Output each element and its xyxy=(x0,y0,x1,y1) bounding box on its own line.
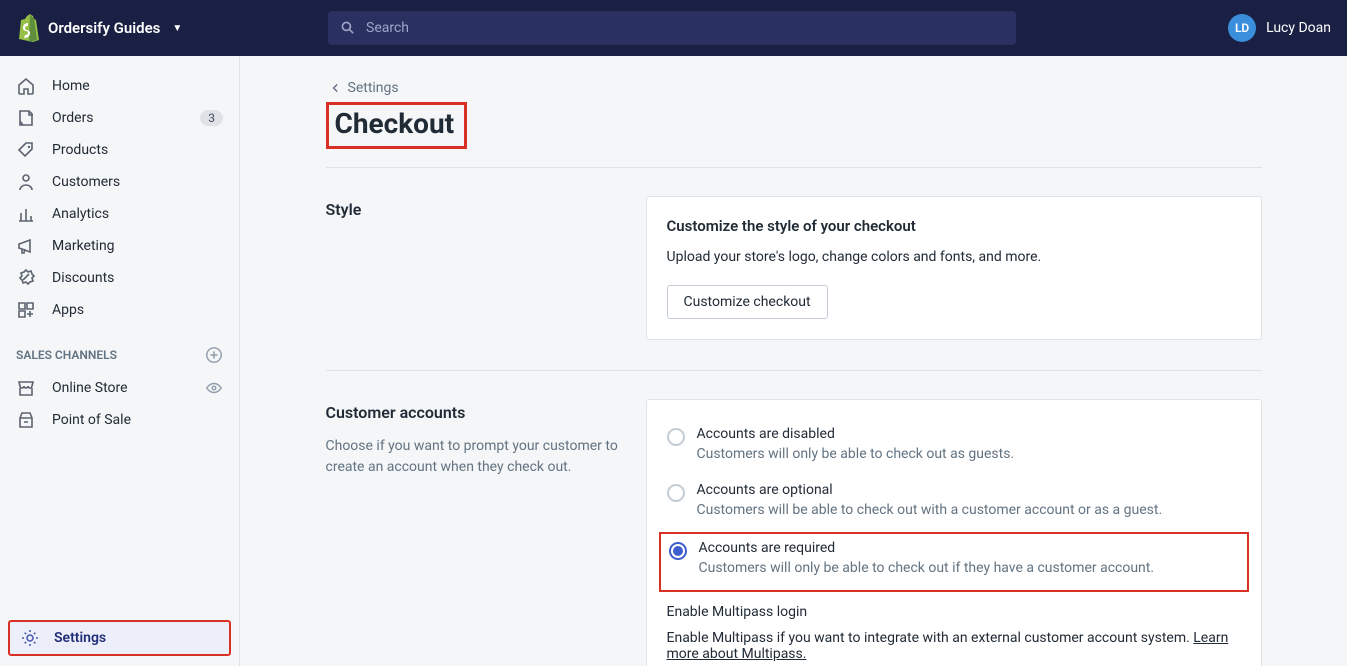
store-icon xyxy=(16,378,36,398)
nav-label: Home xyxy=(52,78,223,94)
chevron-left-icon xyxy=(330,82,342,94)
section-style-title: Style xyxy=(326,200,626,219)
section-accounts: Customer accounts Choose if you want to … xyxy=(326,399,1262,666)
marketing-icon xyxy=(16,236,36,256)
page-title-highlight: Checkout xyxy=(326,102,468,149)
home-icon xyxy=(16,76,36,96)
products-icon xyxy=(16,140,36,160)
radio-label: Accounts are required xyxy=(699,540,1155,556)
channel-pos[interactable]: Point of Sale xyxy=(0,404,239,436)
radio-desc: Customers will be able to check out with… xyxy=(697,502,1163,518)
nav-label: Discounts xyxy=(52,270,223,286)
orders-icon xyxy=(16,108,36,128)
view-store-icon[interactable] xyxy=(205,379,223,397)
multipass-heading: Enable Multipass login xyxy=(667,604,1241,620)
nav-analytics[interactable]: Analytics xyxy=(0,198,239,230)
search-box[interactable] xyxy=(328,11,1016,45)
customers-icon xyxy=(16,172,36,192)
avatar: LD xyxy=(1228,14,1256,42)
breadcrumb-back[interactable]: Settings xyxy=(330,80,1262,96)
caret-down-icon: ▼ xyxy=(172,23,182,34)
pos-icon xyxy=(16,410,36,430)
style-card-text: Upload your store's logo, change colors … xyxy=(667,249,1241,265)
radio-label: Accounts are optional xyxy=(697,482,1163,498)
settings-label: Settings xyxy=(54,630,106,646)
accounts-card: Accounts are disabled Customers will onl… xyxy=(646,399,1262,666)
settings-icon xyxy=(20,628,40,648)
multipass-text-prefix: Enable Multipass if you want to integrat… xyxy=(667,630,1194,646)
add-channel-icon[interactable] xyxy=(205,346,223,364)
nav-marketing[interactable]: Marketing xyxy=(0,230,239,262)
nav-label: Marketing xyxy=(52,238,223,254)
nav-label: Customers xyxy=(52,174,223,190)
radio-accounts-disabled[interactable]: Accounts are disabled Customers will onl… xyxy=(667,420,1241,476)
main-content: Settings Checkout Style Customize the st… xyxy=(240,56,1347,666)
radio-icon xyxy=(667,484,685,502)
nav-customers[interactable]: Customers xyxy=(0,166,239,198)
multipass-text: Enable Multipass if you want to integrat… xyxy=(667,630,1241,662)
radio-icon-checked xyxy=(669,542,687,560)
channel-label: Point of Sale xyxy=(52,412,223,428)
nav-label: Apps xyxy=(52,302,223,318)
orders-badge: 3 xyxy=(200,110,223,126)
nav-label: Orders xyxy=(52,110,184,126)
channel-online-store[interactable]: Online Store xyxy=(0,372,239,404)
style-card: Customize the style of your checkout Upl… xyxy=(646,196,1262,340)
nav-orders[interactable]: Orders 3 xyxy=(0,102,239,134)
search-icon xyxy=(340,20,356,36)
search-input[interactable] xyxy=(366,20,1004,36)
style-card-heading: Customize the style of your checkout xyxy=(667,217,1241,235)
channels-title-text: SALES CHANNELS xyxy=(16,348,117,362)
section-style: Style Customize the style of your checko… xyxy=(326,196,1262,340)
divider xyxy=(326,167,1262,168)
radio-desc: Customers will only be able to check out… xyxy=(697,446,1015,462)
apps-icon xyxy=(16,300,36,320)
radio-accounts-optional[interactable]: Accounts are optional Customers will be … xyxy=(667,476,1241,532)
top-bar: Ordersify Guides ▼ LD Lucy Doan xyxy=(0,0,1347,56)
page-title: Checkout xyxy=(335,107,455,140)
shopify-logo-icon xyxy=(16,14,40,42)
store-switcher[interactable]: Ordersify Guides ▼ xyxy=(16,14,256,42)
user-name: Lucy Doan xyxy=(1266,20,1331,36)
nav-home[interactable]: Home xyxy=(0,70,239,102)
radio-icon xyxy=(667,428,685,446)
section-accounts-title: Customer accounts xyxy=(326,403,626,422)
channel-label: Online Store xyxy=(52,380,189,396)
nav-label: Analytics xyxy=(52,206,223,222)
nav-discounts[interactable]: Discounts xyxy=(0,262,239,294)
radio-desc: Customers will only be able to check out… xyxy=(699,560,1155,576)
sidebar: Home Orders 3 Products Customers Analyti… xyxy=(0,56,240,666)
nav-label: Products xyxy=(52,142,223,158)
nav-products[interactable]: Products xyxy=(0,134,239,166)
nav-settings[interactable]: Settings xyxy=(8,620,231,656)
radio-accounts-required[interactable]: Accounts are required Customers will onl… xyxy=(659,532,1249,592)
breadcrumb-label: Settings xyxy=(348,80,399,96)
customize-checkout-button[interactable]: Customize checkout xyxy=(667,285,828,319)
radio-label: Accounts are disabled xyxy=(697,426,1015,442)
nav-apps[interactable]: Apps xyxy=(0,294,239,326)
store-name: Ordersify Guides xyxy=(48,19,160,37)
analytics-icon xyxy=(16,204,36,224)
section-accounts-desc: Choose if you want to prompt your custom… xyxy=(326,436,626,478)
discounts-icon xyxy=(16,268,36,288)
divider xyxy=(326,370,1262,371)
user-menu[interactable]: LD Lucy Doan xyxy=(1228,14,1331,42)
sales-channels-heading: SALES CHANNELS xyxy=(0,326,239,372)
